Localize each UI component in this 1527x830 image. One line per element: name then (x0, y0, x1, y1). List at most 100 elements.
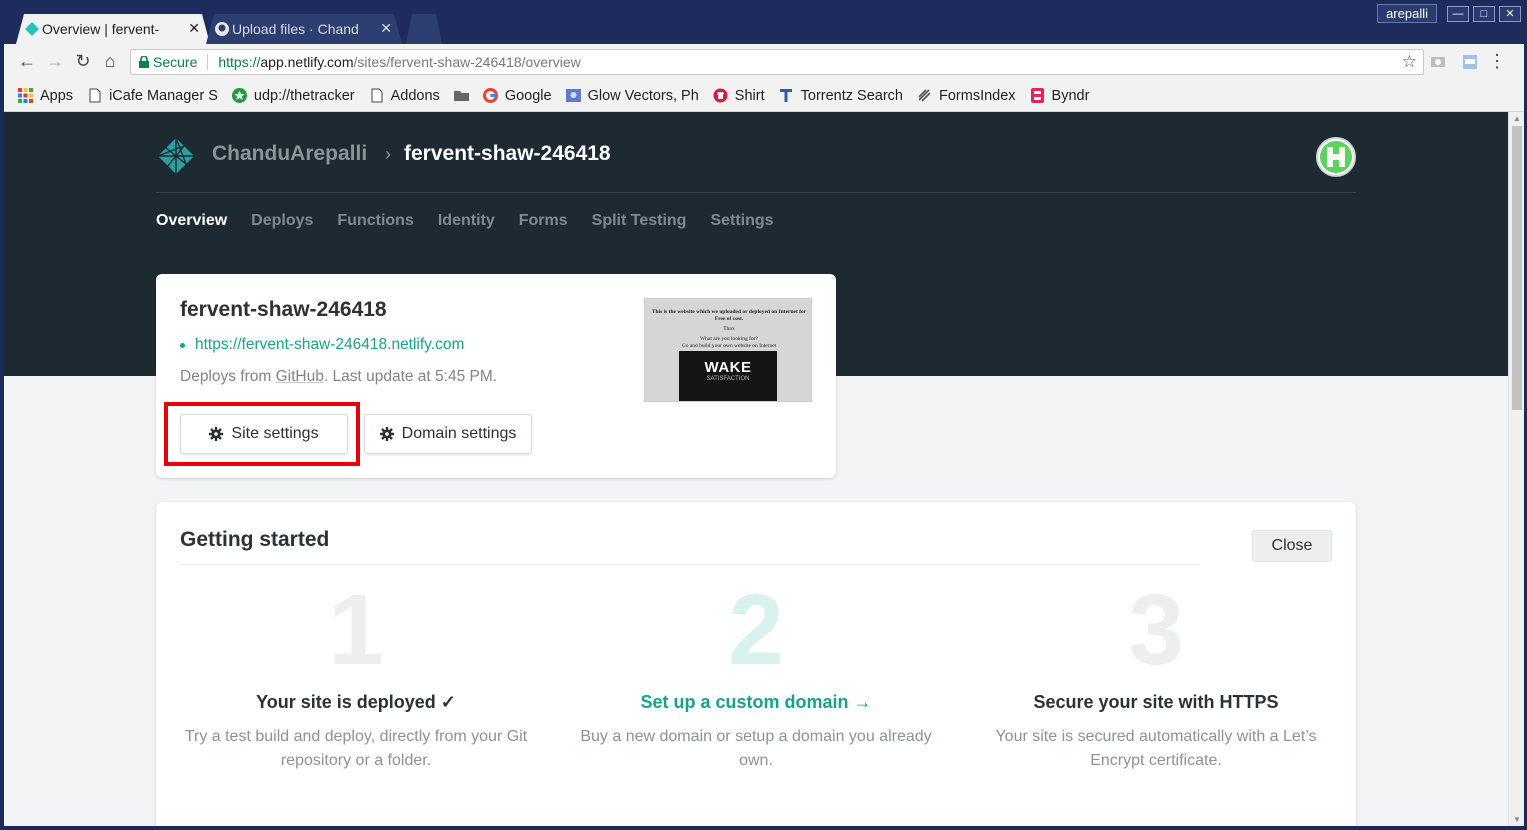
team-name-link[interactable]: ChanduArepalli (212, 142, 367, 166)
browser-tabstrip: Overview | fervent- ✕ Upload files · Cha… (0, 0, 1527, 44)
preview-image-title: WAKE (704, 359, 752, 376)
site-name-heading: fervent-shaw-246418 (404, 142, 611, 165)
torrentz-icon (779, 89, 792, 102)
scroll-down-arrow-icon[interactable]: ▼ (1513, 815, 1521, 824)
site-url-text: https://fervent-shaw-246418.netlify.com (195, 336, 465, 353)
tab-settings[interactable]: Settings (710, 212, 773, 230)
bookmark-label: Torrentz Search (800, 87, 903, 104)
lock-icon (139, 56, 149, 68)
close-tab-icon[interactable]: ✕ (188, 20, 200, 37)
bookmark-label: udp://thetracker (253, 87, 355, 104)
tab-identity[interactable]: Identity (438, 212, 495, 230)
preview-image-subtitle: SATISFACTION (706, 376, 750, 382)
step-number: 3 (1128, 574, 1184, 686)
preview-line: This is the website which we uploaded or… (651, 309, 807, 322)
bookmark-formsindex[interactable]: FormsIndex (917, 88, 1016, 104)
shirt-icon (713, 88, 728, 103)
bookmark-label: Shirt (734, 87, 765, 104)
bookmark-torrentz[interactable]: Torrentz Search (779, 88, 903, 104)
bookmark-glow-vectors[interactable]: Glow Vectors, Ph (565, 87, 699, 104)
bookmark-byndr[interactable]: Byndr (1030, 87, 1090, 104)
netlify-diamond-icon (25, 22, 39, 36)
bookmark-apps[interactable]: Apps (18, 88, 73, 104)
bookmark-shirt[interactable]: Shirt (713, 88, 765, 104)
address-bar[interactable]: Secure https://app.netlify.com/sites/fer… (130, 49, 1424, 75)
bookmark-udp[interactable]: udp://thetracker (231, 87, 355, 104)
window-controls: arepalli — □ ✕ (1377, 4, 1521, 23)
page-scrollbar[interactable]: ▲ ▼ (1508, 112, 1524, 826)
getting-started-title: Getting started (180, 528, 330, 551)
step-title: Your site is deployed ✓ (256, 692, 456, 712)
deploy-suffix: . Last update at 5:45 PM. (323, 368, 498, 385)
netlify-logo-icon[interactable] (156, 136, 196, 176)
bookmark-addons[interactable]: Addons (369, 88, 440, 104)
close-window-icon[interactable]: ✕ (1499, 5, 1521, 22)
gear-icon (379, 427, 394, 441)
secure-label: Secure (153, 54, 198, 70)
step-description: Your site is secured automatically with … (995, 728, 1317, 769)
step-number: 2 (728, 574, 784, 686)
tab-split-testing[interactable]: Split Testing (592, 212, 687, 230)
green-star-icon (231, 88, 247, 103)
secure-indicator[interactable]: Secure (139, 54, 197, 70)
tab-title: Overview | fervent- (42, 21, 160, 37)
tab-deploys[interactable]: Deploys (251, 212, 313, 230)
divider (180, 564, 1200, 565)
folder-icon (453, 91, 469, 101)
minimize-icon[interactable]: — (1447, 5, 1469, 22)
google-icon (482, 88, 498, 103)
back-arrow-icon[interactable]: ← (16, 50, 38, 72)
site-url-link[interactable]: https://fervent-shaw-246418.netlify.com (180, 336, 464, 354)
window-user-badge[interactable]: arepalli (1377, 4, 1437, 23)
bookmark-label: Addons (390, 87, 440, 104)
new-tab-button[interactable] (406, 14, 442, 44)
tab-upload-files[interactable]: Upload files · Chand ✕ (206, 14, 402, 44)
tab-title: Upload files · Chand (232, 21, 359, 37)
home-icon[interactable]: ⌂ (99, 50, 121, 72)
bookmark-label: Apps (40, 87, 74, 104)
forward-arrow-icon[interactable]: → (44, 50, 66, 72)
github-icon (215, 22, 229, 36)
domain-settings-button[interactable]: Domain settings (364, 414, 532, 454)
extension-icon[interactable] (1462, 54, 1478, 70)
preview-image: WAKE SATISFACTION (679, 351, 777, 401)
bookmark-folder[interactable] (453, 88, 469, 103)
bookmark-label: Glow Vectors, Ph (587, 87, 699, 104)
maximize-icon[interactable]: □ (1473, 5, 1495, 22)
step-description: Buy a new domain or setup a domain you a… (580, 728, 932, 769)
bookmark-google[interactable]: Google (482, 88, 552, 104)
site-title: fervent-shaw-246418 (180, 298, 387, 321)
avatar[interactable] (1316, 137, 1356, 177)
site-subnav: Overview Deploys Functions Identity Form… (156, 212, 774, 230)
site-preview-thumbnail[interactable]: This is the website which we uploaded or… (644, 298, 812, 402)
scroll-up-arrow-icon[interactable]: ▲ (1513, 114, 1521, 123)
domain-settings-label: Domain settings (401, 425, 517, 442)
github-link[interactable]: GitHub (276, 368, 324, 385)
tab-overview[interactable]: Overview (156, 212, 227, 230)
scrollbar-thumb[interactable] (1512, 126, 1522, 410)
byndr-icon (1030, 88, 1044, 103)
custom-domain-link[interactable]: Set up a custom domain → (566, 692, 946, 713)
step-title: Secure your site with HTTPS (1033, 692, 1279, 712)
url-scheme: https:// (218, 54, 261, 70)
breadcrumb-separator: › (385, 144, 391, 164)
bookmark-label: Byndr (1051, 87, 1090, 104)
step-description: Try a test build and deploy, directly fr… (184, 728, 528, 769)
url-path: /sites/fervent-shaw-246418/overview (353, 54, 581, 70)
extension-icon[interactable] (1430, 54, 1446, 70)
image-icon (565, 89, 581, 102)
preview-line: Go and build your own website on Interne… (681, 343, 777, 349)
apps-grid-icon (18, 88, 33, 103)
reload-icon[interactable]: ↻ (72, 50, 94, 72)
browser-toolbar: ← → ↻ ⌂ Secure https://app.netlify.com/s… (4, 44, 1524, 80)
close-tab-icon[interactable]: ✕ (380, 20, 392, 37)
close-button[interactable]: Close (1252, 530, 1332, 562)
tab-overview[interactable]: Overview | fervent- ✕ (16, 14, 210, 44)
bookmark-star-icon[interactable]: ☆ (1402, 52, 1417, 72)
step-https: 3 Secure your site with HTTPS Your site … (966, 580, 1346, 773)
url-host: app.netlify.com (260, 54, 354, 70)
browser-menu-icon[interactable]: ⋮ (1488, 51, 1506, 72)
tab-functions[interactable]: Functions (337, 212, 413, 230)
bookmark-icafe[interactable]: iCafe Manager S (87, 88, 218, 104)
tab-forms[interactable]: Forms (519, 212, 568, 230)
